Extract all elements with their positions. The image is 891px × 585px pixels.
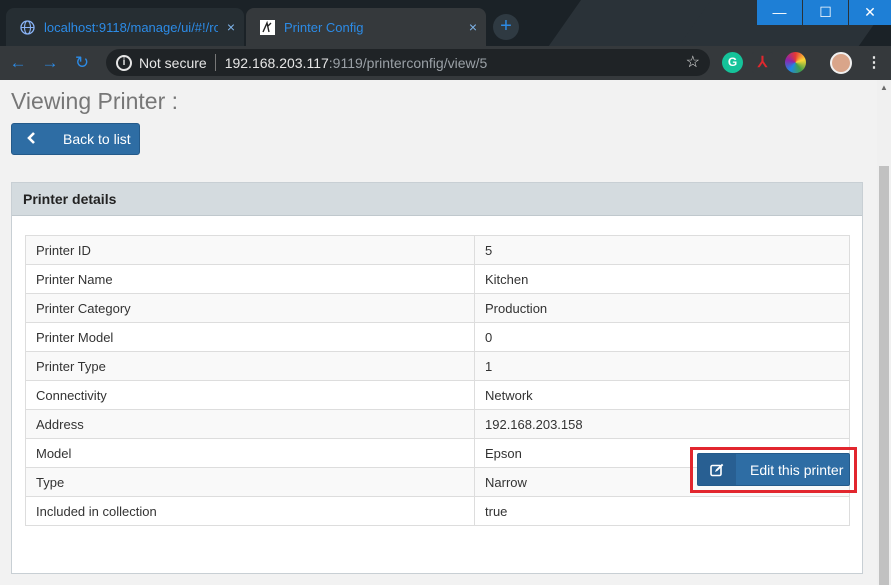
table-row: Printer ID 5 <box>25 235 850 265</box>
detail-value: Production <box>474 293 850 323</box>
scroll-up-arrow-icon[interactable]: ▲ <box>880 83 888 92</box>
chevron-left-icon <box>12 131 50 147</box>
detail-label: Printer Type <box>25 351 475 381</box>
grammarly-icon[interactable]: G <box>722 52 743 73</box>
page-title: Viewing Printer : <box>11 88 179 114</box>
tab-close-icon[interactable]: × <box>460 19 486 35</box>
tab-label: localhost:9118/manage/ui/#!/roo <box>44 19 218 35</box>
close-window-button[interactable]: ✕ <box>849 0 891 25</box>
detail-label: Address <box>25 409 475 439</box>
detail-value: 5 <box>474 235 850 265</box>
detail-value: true <box>474 496 850 526</box>
browser-toolbar: ← → ↻ i Not secure 192.168.203.117 :9119… <box>0 46 891 80</box>
detail-label: Printer Category <box>25 293 475 323</box>
detail-label: Model <box>25 438 475 468</box>
table-row: Printer Category Production <box>25 293 850 323</box>
detail-label: Printer Model <box>25 322 475 352</box>
tab-close-icon[interactable]: × <box>218 19 244 35</box>
scrollbar-thumb[interactable] <box>879 166 889 585</box>
info-icon[interactable]: i <box>116 54 132 71</box>
edit-button-label: Edit this printer <box>750 461 844 478</box>
detail-value: 192.168.203.158 <box>474 409 850 439</box>
globe-icon <box>20 19 35 35</box>
edit-icon <box>698 454 736 485</box>
detail-label: Printer ID <box>25 235 475 265</box>
browser-tab-strip: localhost:9118/manage/ui/#!/roo × Printe… <box>0 0 891 46</box>
detail-label: Connectivity <box>25 380 475 410</box>
back-to-list-button[interactable]: Back to list <box>11 123 140 155</box>
printer-details-panel: Printer details Printer ID 5 Printer Name… <box>11 182 863 574</box>
security-status[interactable]: Not secure <box>139 55 207 71</box>
page-scrollbar[interactable]: ▲ <box>877 80 891 585</box>
maximize-button[interactable]: ☐ <box>803 0 848 25</box>
url-host[interactable]: 192.168.203.117 <box>225 55 329 71</box>
forward-arrow-icon[interactable]: → <box>34 53 66 73</box>
back-button-label: Back to list <box>63 131 131 147</box>
url-path[interactable]: :9119/printerconfig/view/5 <box>329 55 488 71</box>
pdf-icon[interactable]: ⅄ <box>752 52 773 73</box>
detail-value: Network <box>474 380 850 410</box>
detail-value: 1 <box>474 351 850 381</box>
detail-value: Kitchen <box>474 264 850 294</box>
reload-icon[interactable]: ↻ <box>66 53 98 73</box>
new-tab-button[interactable]: + <box>493 14 519 40</box>
back-arrow-icon[interactable]: ← <box>2 53 34 73</box>
table-row: Address 192.168.203.158 <box>25 409 850 439</box>
profile-avatar[interactable] <box>830 52 852 74</box>
tab-printer-config[interactable]: Printer Config × <box>246 8 486 46</box>
page-content: Viewing Printer : Back to list Printer d… <box>0 80 877 585</box>
detail-label: Type <box>25 467 475 497</box>
detail-value: 0 <box>474 322 850 352</box>
table-row: Included in collection true <box>25 496 850 526</box>
tab-localhost-manage[interactable]: localhost:9118/manage/ui/#!/roo × <box>6 8 244 46</box>
app-logo-icon <box>260 19 275 35</box>
browser-menu-icon[interactable]: ⋮ <box>866 52 882 73</box>
tab-label: Printer Config <box>284 19 364 35</box>
detail-label: Included in collection <box>25 496 475 526</box>
color-wheel-icon[interactable] <box>785 52 806 73</box>
detail-label: Printer Name <box>25 264 475 294</box>
address-separator <box>214 54 216 71</box>
table-row: Printer Type 1 <box>25 351 850 381</box>
panel-title: Printer details <box>12 183 862 216</box>
minimize-button[interactable]: — <box>757 0 802 25</box>
edit-printer-button[interactable]: Edit this printer <box>697 453 850 486</box>
bookmark-star-icon[interactable]: ☆ <box>686 52 700 72</box>
table-row: Connectivity Network <box>25 380 850 410</box>
address-bar[interactable]: i Not secure 192.168.203.117 :9119/print… <box>106 49 710 76</box>
table-row: Printer Model 0 <box>25 322 850 352</box>
table-row: Printer Name Kitchen <box>25 264 850 294</box>
